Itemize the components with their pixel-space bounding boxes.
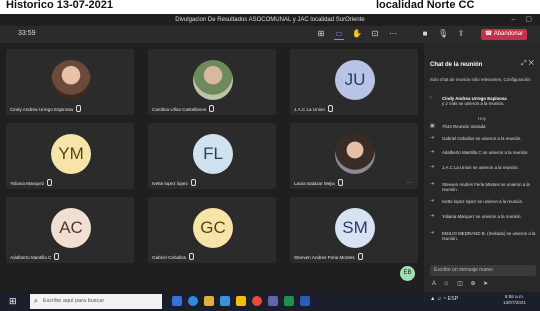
chrome-icon[interactable] bbox=[252, 296, 262, 306]
file-explorer-icon[interactable] bbox=[204, 296, 214, 306]
task-view-icon[interactable] bbox=[172, 296, 182, 306]
caption-right: localidad Norte CC bbox=[376, 0, 475, 11]
windows-taskbar: ⊞ ⌕ Escribe aquí para buscar ▲ ♫ ◔ ESP 9… bbox=[0, 292, 540, 311]
more-options-icon[interactable]: ⋯ bbox=[407, 180, 412, 186]
participant-photo bbox=[335, 134, 375, 174]
window-title: Divulgacion De Resultados ASOCOMUNAL y J… bbox=[175, 17, 365, 23]
camera-icon[interactable]: ■ bbox=[420, 29, 430, 39]
taskbar-clock[interactable]: 9:58 a.m. 13/07/2021 bbox=[503, 294, 526, 306]
participant-tile[interactable]: GC Gabriel Ceballos bbox=[148, 197, 276, 263]
search-icon: ⌕ bbox=[34, 298, 38, 305]
chat-title: Chat de la reunión bbox=[430, 62, 483, 68]
mic-off-icon bbox=[337, 179, 343, 186]
join-icon: ⇥ bbox=[430, 213, 435, 219]
chat-popout-icon[interactable]: ⤢ ✕ bbox=[521, 60, 534, 68]
edge-icon[interactable] bbox=[188, 296, 198, 306]
participant-photo bbox=[51, 60, 91, 100]
participant-avatar: FL bbox=[193, 134, 233, 174]
participant-name: Gabriel Ceballos bbox=[152, 253, 194, 260]
search-placeholder: Escribe aquí para buscar bbox=[43, 298, 105, 304]
chat-notice: Solo chat de reunión sólo relevantes. Co… bbox=[430, 77, 531, 82]
join-icon: ⇥ bbox=[430, 164, 435, 170]
phone-icon: ☎ bbox=[484, 31, 494, 37]
join-icon: ⇥ bbox=[430, 181, 435, 187]
mail-icon[interactable] bbox=[220, 296, 230, 306]
leave-label: Abandonar bbox=[493, 31, 524, 37]
rooms-icon[interactable]: ⊡ bbox=[370, 29, 380, 39]
screenshot-caption: Historico 13-07-2021 localidad Norte CC bbox=[0, 0, 540, 14]
taskbar-search-box[interactable]: ⌕ Escribe aquí para buscar bbox=[30, 294, 162, 309]
participant-name: Ivette lopez lopez bbox=[152, 179, 196, 186]
more-actions-icon[interactable]: ⋯ bbox=[388, 29, 398, 39]
participant-name: Laura Salazar Mejia bbox=[294, 179, 343, 186]
mic-off-icon bbox=[47, 179, 53, 186]
excel-icon[interactable] bbox=[284, 296, 294, 306]
mic-off-icon bbox=[209, 105, 215, 112]
participant-name: Carolina Ulloa Castellanos bbox=[152, 105, 215, 112]
power-icon[interactable] bbox=[236, 296, 246, 306]
date-separator: Hoy bbox=[478, 116, 486, 121]
chat-message-input[interactable]: Escribe un mensaje nuevo bbox=[430, 265, 536, 276]
participant-avatar: YM bbox=[51, 134, 91, 174]
participant-avatar: AC bbox=[51, 208, 91, 248]
chat-format-tools[interactable]: A ☺ ◫ ⊕ ➤ bbox=[432, 280, 491, 287]
mic-off-icon bbox=[188, 253, 194, 260]
participant-name: Steeven Andres Feria Montes bbox=[294, 253, 363, 260]
participant-photo bbox=[193, 60, 233, 100]
meeting-timer: 33:59 bbox=[18, 30, 36, 37]
meeting-icon: ▣ bbox=[430, 123, 435, 129]
participant-tile[interactable]: Cindy Andrea Urrego Espinosa bbox=[6, 49, 134, 115]
teams-icon[interactable] bbox=[268, 296, 278, 306]
meeting-chat-panel: Chat de la reunión ⤢ ✕ Solo chat de reun… bbox=[424, 43, 540, 292]
participant-tile[interactable]: FL Ivette lopez lopez bbox=[148, 123, 276, 189]
mic-off-icon bbox=[327, 105, 333, 112]
window-titlebar: Divulgacion De Resultados ASOCOMUNAL y J… bbox=[0, 14, 540, 26]
word-icon[interactable] bbox=[300, 296, 310, 306]
meeting-toolbar: 33:59 ⊞ ▭ ✋ ⊡ ⋯ ■ 🎙 ⇪ ☎ Abandonar bbox=[0, 26, 540, 43]
participant-tile[interactable]: SM Steeven Andres Feria Montes bbox=[290, 197, 418, 263]
join-icon: ⇥ bbox=[430, 135, 435, 141]
mic-off-icon bbox=[190, 179, 196, 186]
leave-button[interactable]: ☎ Abandonar bbox=[481, 29, 527, 40]
self-view-avatar[interactable]: EB bbox=[400, 266, 415, 281]
participant-tile[interactable]: Laura Salazar Mejia ⋯ bbox=[290, 123, 418, 189]
participant-name: Cindy Andrea Urrego Espinosa bbox=[10, 105, 82, 112]
microphone-icon[interactable]: 🎙 bbox=[438, 29, 448, 39]
participant-name: J.A.C La Union bbox=[294, 105, 333, 112]
caption-left: Historico 13-07-2021 bbox=[6, 0, 113, 11]
window-controls[interactable]: – ▢ bbox=[512, 14, 536, 26]
windows-start-icon[interactable]: ⊞ bbox=[9, 297, 18, 306]
chat-icon[interactable]: ▭ bbox=[334, 29, 344, 40]
mic-off-icon bbox=[357, 253, 363, 260]
participant-name: Adalberto Mantilla C bbox=[10, 253, 60, 260]
expand-icon: › bbox=[430, 95, 432, 101]
system-tray[interactable]: ▲ ♫ ◔ ESP bbox=[430, 296, 458, 302]
mic-off-icon bbox=[54, 253, 60, 260]
join-icon: ⇥ bbox=[430, 230, 435, 236]
participant-tile[interactable]: Carolina Ulloa Castellanos bbox=[148, 49, 276, 115]
mic-off-icon bbox=[76, 105, 82, 112]
raise-hand-icon[interactable]: ✋ bbox=[352, 29, 362, 39]
share-icon[interactable]: ⇪ bbox=[456, 29, 466, 39]
participant-avatar: SM bbox=[335, 208, 375, 248]
participants-grid-icon[interactable]: ⊞ bbox=[316, 29, 326, 39]
join-icon: ⇥ bbox=[430, 198, 435, 204]
participant-tile[interactable]: JU J.A.C La Union bbox=[290, 49, 418, 115]
video-grid: Cindy Andrea Urrego Espinosa Carolina Ul… bbox=[0, 43, 424, 292]
participant-tile[interactable]: AC Adalberto Mantilla C bbox=[6, 197, 134, 263]
participant-avatar: GC bbox=[193, 208, 233, 248]
participant-name: Yoliana Marquez bbox=[10, 179, 53, 186]
join-icon: ⇥ bbox=[430, 149, 435, 155]
participant-avatar: JU bbox=[335, 60, 375, 100]
participant-tile[interactable]: YM Yoliana Marquez bbox=[6, 123, 134, 189]
